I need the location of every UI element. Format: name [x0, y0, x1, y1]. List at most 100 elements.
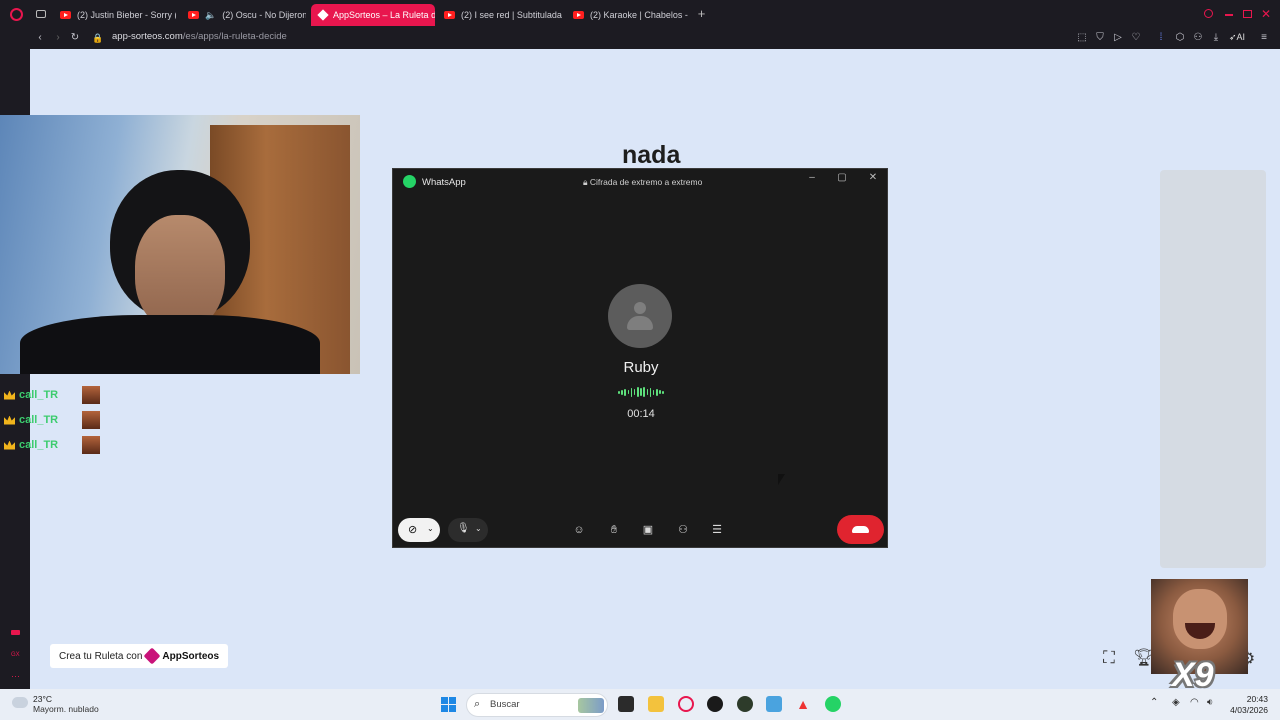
tray-chevron-icon[interactable]: ⌃	[1150, 697, 1158, 708]
avatar-body	[627, 316, 653, 330]
reload-icon[interactable]: ↻	[69, 32, 81, 44]
tab-karaoke[interactable]: (2) Karaoke | Chabelos - E	[565, 4, 689, 26]
emoji-icon[interactable]: ☺	[572, 523, 586, 537]
microphone-icon: 🎙︎	[457, 523, 470, 534]
play-icon[interactable]: ▷	[1112, 32, 1124, 44]
file-explorer-icon[interactable]	[648, 696, 664, 712]
url-field[interactable]: app-sorteos.com/es/apps/la-ruleta-decide	[112, 31, 287, 42]
caller-avatar	[608, 284, 672, 348]
opera-gx-icon[interactable]	[707, 696, 723, 712]
caller-name: Ruby	[623, 359, 659, 376]
encryption-notice: 🔒︎ Cifrada de extremo a extremo	[583, 177, 702, 188]
heart-icon[interactable]: ♡	[1130, 32, 1142, 44]
mouse-cursor	[778, 474, 785, 485]
wa-close-button[interactable]: ✕	[863, 172, 883, 186]
webcam-feed	[0, 115, 360, 374]
weather-temperature[interactable]: 23°C	[33, 694, 52, 704]
new-tab-button[interactable]: +	[696, 7, 707, 20]
fullscreen-icon[interactable]: ⛶	[1103, 648, 1115, 668]
more-options-icon[interactable]: ☰	[710, 523, 724, 537]
address-bar: ‹ › ↻ 🔒 app-sorteos.com/es/apps/la-rulet…	[0, 28, 1280, 49]
chat-emote	[82, 411, 101, 429]
meme-face	[1173, 589, 1227, 649]
search-placeholder: Buscar	[490, 699, 520, 710]
task-view-icon[interactable]	[618, 696, 634, 712]
window-title: WhatsApp	[422, 177, 466, 188]
clock-time[interactable]: 20:43	[1230, 694, 1268, 704]
maximize-window-button[interactable]	[1243, 10, 1252, 18]
sidebar-more-icon[interactable]: ···	[11, 671, 20, 681]
hang-up-icon	[852, 526, 869, 533]
snapshot-icon[interactable]: ⬚	[1076, 32, 1088, 44]
menu-icon[interactable]: ≡	[1258, 32, 1270, 44]
network-icon[interactable]: ◈	[1172, 697, 1180, 708]
volume-icon[interactable]: 🔉︎	[1207, 697, 1213, 708]
end-call-button[interactable]	[837, 515, 884, 544]
search-highlight-icon	[578, 698, 604, 713]
create-wheel-button[interactable]: Crea tu Ruleta con AppSorteos	[50, 644, 229, 668]
youtube-icon	[60, 11, 71, 19]
tab-oscu[interactable]: 🔈 (2) Oscu - No Dijeron l	[180, 4, 306, 26]
add-participant-icon[interactable]: ⚇	[676, 523, 690, 537]
extensions-icon[interactable]: ⬡	[1174, 32, 1186, 44]
taskbar-search[interactable]: ⌕ Buscar	[466, 693, 608, 717]
app-a-icon[interactable]: ▲	[795, 696, 811, 712]
search-icon: ⌕	[474, 698, 481, 710]
wa-minimize-button[interactable]: –	[802, 172, 822, 186]
crown-icon	[4, 440, 15, 450]
opera-logo-icon[interactable]	[10, 8, 23, 21]
whatsapp-taskbar-icon[interactable]	[825, 696, 841, 712]
audio-icon[interactable]: ⁞	[1155, 32, 1167, 44]
share-screen-icon[interactable]: ▣	[641, 523, 655, 537]
shield-icon[interactable]: ⛉	[1094, 32, 1106, 44]
weather-icon[interactable]	[12, 697, 28, 708]
whatsapp-logo-icon	[403, 175, 416, 188]
youtube-icon	[188, 11, 199, 19]
ai-button[interactable]: ➶AI	[1229, 32, 1245, 43]
account-icon[interactable]: ⚇	[1192, 32, 1204, 44]
back-icon[interactable]: ‹	[34, 32, 46, 44]
download-icon[interactable]: ⤓	[1210, 32, 1222, 44]
wa-maximize-button[interactable]: ▢	[832, 172, 852, 186]
create-wheel-label: Crea tu Ruleta con	[59, 650, 143, 662]
forward-icon[interactable]: ›	[52, 32, 64, 44]
browser-tab-strip: (2) Justin Bieber - Sorry (l 🔈 (2) Oscu …	[0, 0, 1280, 28]
microphone-toggle-button[interactable]: 🎙︎ ⌄	[448, 518, 488, 542]
brand-label: AppSorteos	[162, 650, 220, 662]
crown-icon	[4, 390, 15, 400]
minimize-window-button[interactable]	[1225, 14, 1233, 16]
weather-description[interactable]: Mayorm. nublado	[33, 704, 99, 714]
chat-emote	[82, 436, 101, 454]
search-tabs-icon[interactable]	[1204, 9, 1213, 18]
notepad-icon[interactable]	[766, 696, 782, 712]
audio-wave-icon	[618, 387, 664, 397]
url-path: /es/apps/la-ruleta-decide	[182, 31, 287, 42]
camera-toggle-button[interactable]: ⊘ ⌄	[398, 518, 440, 542]
chevron-down-icon[interactable]: ⌄	[427, 524, 434, 533]
appsorteos-icon	[317, 9, 329, 21]
side-panel	[1160, 170, 1266, 568]
opera-icon[interactable]	[678, 696, 694, 712]
sidebar-icon-2[interactable]: GX	[11, 652, 20, 658]
tab-appsorteos[interactable]: AppSorteos – La Ruleta de	[311, 4, 435, 26]
sidebar-icon-1[interactable]	[11, 630, 20, 635]
youtube-icon	[573, 11, 584, 19]
wifi-icon[interactable]: ◠	[1190, 697, 1199, 708]
start-button[interactable]	[441, 697, 456, 712]
tab-title: AppSorteos – La Ruleta de	[333, 10, 435, 20]
chevron-down-icon[interactable]: ⌄	[475, 524, 482, 533]
chat-username: call_TR	[19, 414, 59, 426]
taskbar: 23°C Mayorm. nublado ⌕ Buscar ▲ ⌃ ◈ ◠ 🔉︎…	[0, 689, 1280, 720]
tab-overview-icon[interactable]	[36, 10, 46, 18]
tab-title: (2) Karaoke | Chabelos - E	[590, 10, 689, 20]
lock-icon: 🔒	[92, 33, 104, 43]
tab-title: (2) Justin Bieber - Sorry (l	[77, 10, 176, 20]
tab-justin-bieber[interactable]: (2) Justin Bieber - Sorry (l	[52, 4, 176, 26]
tab-title: (2) I see red | Subtitulada	[461, 10, 562, 20]
call-duration: 00:14	[627, 408, 655, 420]
clock-date[interactable]: 4/03/2026	[1224, 705, 1268, 715]
close-window-button[interactable]: ✕	[1261, 7, 1271, 21]
media-app-icon[interactable]	[737, 696, 753, 712]
tab-i-see-red[interactable]: (2) I see red | Subtitulada	[436, 4, 562, 26]
raise-hand-icon[interactable]: ✋︎	[607, 523, 621, 537]
